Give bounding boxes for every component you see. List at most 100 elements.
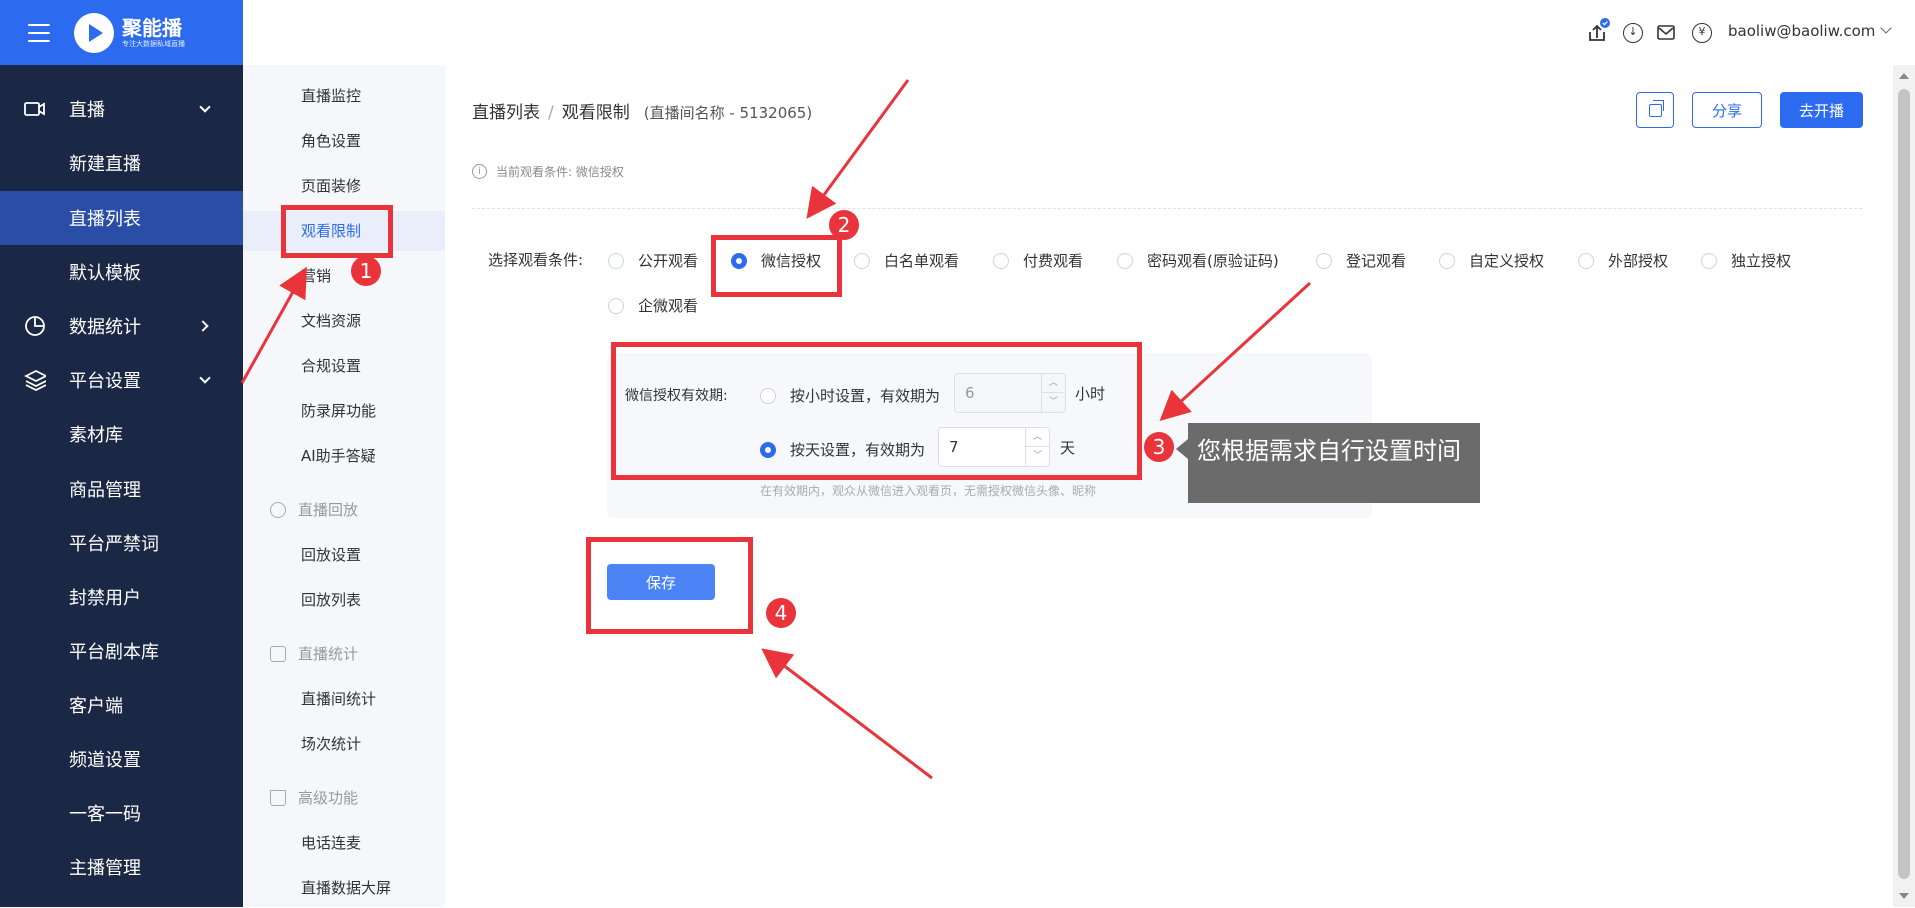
sidebar-item-data-stats[interactable]: 数据统计 <box>0 299 243 353</box>
annotation-badge-1: 1 <box>351 256 381 286</box>
yen-icon[interactable]: ¥ <box>1692 23 1712 43</box>
annotation-box-1 <box>281 205 393 258</box>
radio-whitelist[interactable]: 白名单观看 <box>854 250 959 271</box>
radio-external-auth[interactable]: 外部授权 <box>1578 250 1668 271</box>
subnav-item-documents[interactable]: 文档资源 <box>243 301 445 341</box>
sidebar-item-label: 素材库 <box>69 425 123 446</box>
scrollbar[interactable] <box>1893 65 1915 907</box>
radio-label: 自定义授权 <box>1469 252 1545 270</box>
logo: 聚能播 专注大数据私域直播 <box>122 17 185 49</box>
video-icon <box>24 102 45 116</box>
sidebar-item-materials[interactable]: 素材库 <box>0 407 243 461</box>
logo-slogan: 专注大数据私域直播 <box>122 39 185 48</box>
copy-button[interactable] <box>1636 92 1674 128</box>
sidebar-item-products[interactable]: 商品管理 <box>0 462 243 516</box>
subnav-item-compliance[interactable]: 合规设置 <box>243 346 445 386</box>
upload-icon[interactable] <box>1586 18 1612 46</box>
radio-dot <box>608 252 624 269</box>
subnav-item-data-screen[interactable]: 直播数据大屏 <box>243 868 445 908</box>
hamburger-menu-icon[interactable] <box>28 23 50 42</box>
bar-chart-icon <box>270 646 286 662</box>
annotation-badge-3: 3 <box>1144 432 1174 462</box>
arrow-2 <box>806 79 910 219</box>
breadcrumb-separator: / <box>548 103 554 123</box>
current-condition-notice: i 当前观看条件: 微信授权 <box>472 163 624 180</box>
divider <box>472 208 1862 209</box>
subnav-group-label: 直播回放 <box>298 501 359 519</box>
subnav-item-phone-mic[interactable]: 电话连麦 <box>243 823 445 863</box>
radio-custom-auth[interactable]: 自定义授权 <box>1439 250 1544 271</box>
sidebar-item-label: 频道设置 <box>69 750 141 771</box>
sidebar-item-label: 直播列表 <box>69 209 141 230</box>
sidebar-item-label: 一客一码 <box>69 804 141 825</box>
sidebar-item-new-live[interactable]: 新建直播 <box>0 136 243 190</box>
scroll-up-icon[interactable] <box>1899 73 1909 79</box>
subnav-item-roles[interactable]: 角色设置 <box>243 121 445 161</box>
sidebar-item-channel-settings[interactable]: 频道设置 <box>0 732 243 786</box>
sidebar-item-label: 主播管理 <box>69 858 141 879</box>
top-bar: ↓ ¥ baoliw@baoliw.com <box>243 0 1915 65</box>
subnav-item-replay-settings[interactable]: 回放设置 <box>243 535 445 575</box>
radio-public[interactable]: 公开观看 <box>608 250 698 271</box>
replay-icon <box>270 502 286 518</box>
sidebar-item-label: 直播 <box>69 100 105 121</box>
arrow-4 <box>761 648 933 780</box>
sidebar-item-default-template[interactable]: 默认模板 <box>0 245 243 299</box>
breadcrumb-parent[interactable]: 直播列表 <box>472 103 540 123</box>
radio-dot <box>1578 252 1594 269</box>
annotation-box-3 <box>611 342 1142 480</box>
download-icon[interactable]: ↓ <box>1623 23 1643 43</box>
radio-label: 独立授权 <box>1731 252 1792 270</box>
radio-dot <box>1439 252 1455 269</box>
sidebar-item-script-library[interactable]: 平台剧本库 <box>0 624 243 678</box>
annotation-box-4 <box>586 537 753 634</box>
radio-password[interactable]: 密码观看(原验证码) <box>1117 250 1279 271</box>
subnav-item-decoration[interactable]: 页面装修 <box>243 166 445 206</box>
scroll-down-icon[interactable] <box>1899 893 1909 899</box>
sidebar-item-label: 平台严禁词 <box>69 534 159 555</box>
go-live-button[interactable]: 去开播 <box>1780 92 1863 128</box>
subnav-item-room-stats[interactable]: 直播间统计 <box>243 679 445 719</box>
radio-dot <box>854 252 870 269</box>
subnav-item-ai-assistant[interactable]: AI助手答疑 <box>243 436 445 476</box>
scroll-thumb[interactable] <box>1898 89 1910 879</box>
subnav-group-replay: 直播回放 <box>243 490 445 530</box>
user-email[interactable]: baoliw@baoliw.com <box>1728 22 1875 40</box>
radio-label: 付费观看 <box>1023 252 1084 270</box>
sidebar-item-banned-words[interactable]: 平台严禁词 <box>0 516 243 570</box>
radio-wecom[interactable]: 企微观看 <box>608 295 698 316</box>
sidebar-item-label: 数据统计 <box>69 317 141 338</box>
chevron-down-icon[interactable] <box>1880 22 1892 34</box>
subnav-item-marketing[interactable]: 营销 <box>243 256 445 296</box>
sidebar-item-platform-settings[interactable]: 平台设置 <box>0 353 243 407</box>
chevron-down-icon <box>199 101 211 113</box>
crown-icon <box>270 790 286 806</box>
validity-hint: 在有效期内，观众从微信进入观看页，无需授权微信头像、昵称 <box>760 484 1097 498</box>
sidebar-item-label: 平台设置 <box>69 371 141 392</box>
radio-paid[interactable]: 付费观看 <box>993 250 1083 271</box>
sidebar-item-client[interactable]: 客户端 <box>0 678 243 732</box>
sidebar-item-banned-users[interactable]: 封禁用户 <box>0 570 243 624</box>
share-button[interactable]: 分享 <box>1692 92 1762 128</box>
subnav-group-label: 直播统计 <box>298 645 359 663</box>
logo-area: 聚能播 专注大数据私域直播 <box>0 0 243 65</box>
condition-label: 选择观看条件: <box>488 251 584 269</box>
radio-independent-auth[interactable]: 独立授权 <box>1701 250 1791 271</box>
subnav-item-anti-recording[interactable]: 防录屏功能 <box>243 391 445 431</box>
subnav-item-monitor[interactable]: 直播监控 <box>243 76 445 116</box>
room-name: (直播间名称 - 5132065) <box>643 104 813 122</box>
sidebar-item-live-list[interactable]: 直播列表 <box>0 191 243 245</box>
subnav-group-advanced: 高级功能 <box>243 778 445 818</box>
sidebar-item-live[interactable]: 直播 <box>0 82 243 136</box>
sidebar-item-label: 新建直播 <box>69 154 141 175</box>
mail-icon[interactable] <box>1657 25 1675 41</box>
subnav-item-session-stats[interactable]: 场次统计 <box>243 724 445 764</box>
sidebar-item-anchor-management[interactable]: 主播管理 <box>0 840 243 894</box>
sidebar-item-label: 封禁用户 <box>69 588 141 609</box>
radio-label: 外部授权 <box>1608 252 1669 270</box>
radio-registration[interactable]: 登记观看 <box>1316 250 1406 271</box>
copy-icon <box>1648 99 1664 117</box>
radio-dot <box>1701 252 1717 269</box>
subnav-item-replay-list[interactable]: 回放列表 <box>243 580 445 620</box>
sidebar-item-one-code[interactable]: 一客一码 <box>0 786 243 840</box>
